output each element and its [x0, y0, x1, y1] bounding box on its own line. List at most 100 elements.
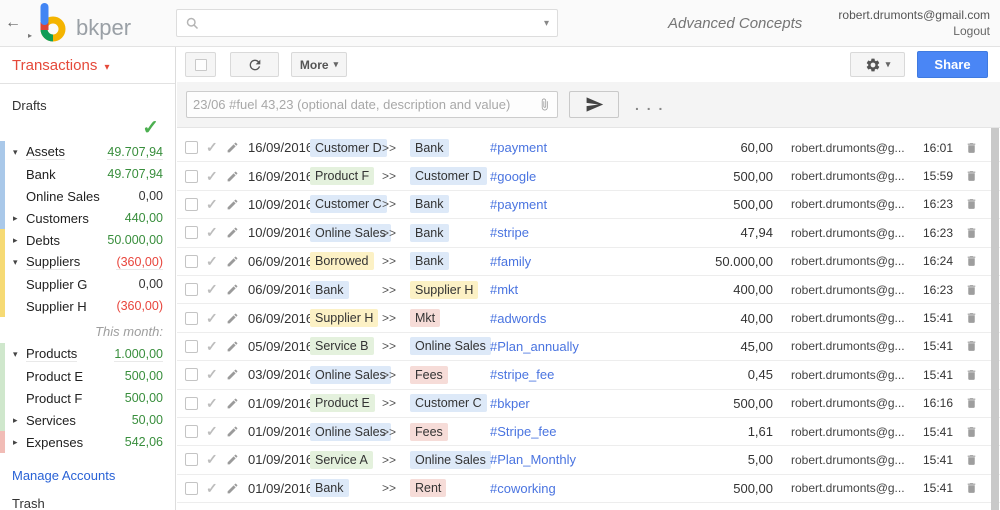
trash-icon[interactable]: [965, 481, 980, 495]
row-checkbox[interactable]: [185, 396, 198, 410]
trash-icon[interactable]: [965, 396, 980, 410]
to-account-chip[interactable]: Supplier H: [410, 280, 479, 299]
hashtag-link[interactable]: #stripe: [490, 225, 653, 240]
trash-icon[interactable]: [965, 453, 980, 467]
select-all-button[interactable]: [185, 52, 216, 77]
to-account-chip[interactable]: Fees: [410, 365, 448, 384]
transaction-row[interactable]: ✓ 10/09/2016 Customer C >> Bank #payment 500,0…: [177, 191, 1000, 220]
edit-icon[interactable]: [226, 340, 241, 353]
sidebar-account-online-sales[interactable]: Online Sales 0,00: [0, 185, 175, 207]
from-account-chip[interactable]: Product E: [310, 394, 375, 413]
to-account-chip[interactable]: Online Sales: [410, 337, 491, 356]
expand-arrow-icon[interactable]: ▸: [13, 213, 26, 224]
search-box[interactable]: ▾: [176, 9, 558, 37]
hashtag-link[interactable]: #bkper: [490, 396, 653, 411]
sidebar-account-customers[interactable]: ▸ Customers 440,00: [0, 207, 175, 229]
posted-filter-check-icon[interactable]: ✓: [0, 113, 175, 141]
manage-accounts-link[interactable]: Manage Accounts: [0, 463, 175, 488]
edit-icon[interactable]: [226, 312, 241, 325]
transaction-row[interactable]: ✓ 16/09/2016 Customer D >> Bank #payment 60,00…: [177, 134, 1000, 163]
trash-icon[interactable]: [965, 425, 980, 439]
edit-icon[interactable]: [226, 283, 241, 296]
sidebar-account-product-f[interactable]: Product F 500,00: [0, 387, 175, 409]
edit-icon[interactable]: [226, 425, 241, 438]
from-account-chip[interactable]: Service A: [310, 450, 373, 469]
back-button[interactable]: ←: [0, 14, 26, 32]
trash-icon[interactable]: [965, 339, 980, 353]
transaction-row[interactable]: ✓ 01/09/2016 Online Sales >> Fees #Stripe_fee…: [177, 418, 1000, 447]
entry-more-options-button[interactable]: . . .: [635, 97, 664, 113]
post-transaction-button[interactable]: [569, 91, 619, 118]
sidebar-account-expenses[interactable]: ▸ Expenses 542,06: [0, 431, 175, 453]
edit-icon[interactable]: [226, 170, 241, 183]
attach-file-icon[interactable]: [538, 97, 551, 112]
row-checkbox[interactable]: [185, 339, 198, 353]
to-account-chip[interactable]: Mkt: [410, 309, 441, 328]
transaction-row[interactable]: ✓ 06/09/2016 Borrowed >> Bank #family 50.000,0…: [177, 248, 1000, 276]
row-checkbox[interactable]: [185, 311, 198, 325]
expand-arrow-icon[interactable]: ▸: [13, 235, 26, 246]
hashtag-link[interactable]: #payment: [490, 140, 653, 155]
expand-arrow-icon[interactable]: ▸: [13, 415, 26, 426]
from-account-chip[interactable]: Bank: [310, 479, 349, 498]
vertical-scrollbar[interactable]: [991, 128, 999, 510]
search-options-caret-icon[interactable]: ▾: [538, 18, 549, 29]
sidebar-account-product-e[interactable]: Product E 500,00: [0, 365, 175, 387]
share-button[interactable]: Share: [917, 51, 988, 78]
more-button[interactable]: More ▾: [291, 52, 347, 77]
to-account-chip[interactable]: Bank: [410, 252, 449, 271]
from-account-chip[interactable]: Supplier H: [310, 309, 379, 328]
sidebar-account-supplier-h[interactable]: Supplier H (360,00): [0, 295, 175, 317]
expand-arrow-icon[interactable]: ▾: [13, 257, 26, 268]
transaction-row[interactable]: ✓ 05/09/2016 Service B >> Online Sales #Plan_…: [177, 333, 1000, 362]
sidebar-toggle-icon[interactable]: ▸: [28, 31, 32, 40]
hashtag-link[interactable]: #family: [490, 254, 653, 269]
row-checkbox[interactable]: [185, 141, 198, 155]
from-account-chip[interactable]: Service B: [310, 337, 374, 356]
row-checkbox[interactable]: [185, 368, 198, 382]
trash-icon[interactable]: [965, 311, 980, 325]
sidebar-account-assets[interactable]: ▾ Assets 49.707,94: [0, 141, 175, 163]
search-input[interactable]: [200, 15, 538, 31]
to-account-chip[interactable]: Bank: [410, 195, 449, 214]
trash-link[interactable]: Trash: [0, 488, 175, 510]
transaction-row[interactable]: ✓ 01/09/2016 Service A >> Online Sales #Plan_…: [177, 446, 1000, 475]
from-account-chip[interactable]: Online Sales: [310, 365, 391, 384]
from-account-chip[interactable]: Customer C: [310, 195, 387, 214]
row-checkbox[interactable]: [185, 226, 198, 240]
trash-icon[interactable]: [965, 368, 980, 382]
expand-arrow-icon[interactable]: ▸: [13, 437, 26, 448]
from-account-chip[interactable]: Online Sales: [310, 422, 391, 441]
hashtag-link[interactable]: #Plan_annually: [490, 339, 653, 354]
sidebar-account-bank[interactable]: Bank 49.707,94: [0, 163, 175, 185]
transaction-row[interactable]: ✓ 10/09/2016 Online Sales >> Bank #stripe 47,9…: [177, 219, 1000, 248]
transaction-row[interactable]: ✓ 01/09/2016 Bank >> Rent #coworking 500,00 rob…: [177, 475, 1000, 504]
transaction-input[interactable]: [193, 97, 538, 112]
row-checkbox[interactable]: [185, 197, 198, 211]
trash-icon[interactable]: [965, 169, 980, 183]
hashtag-link[interactable]: #Plan_Monthly: [490, 452, 653, 467]
edit-icon[interactable]: [226, 397, 241, 410]
edit-icon[interactable]: [226, 453, 241, 466]
transaction-row[interactable]: ✓ 01/09/2016 Product E >> Customer C #bkper 50…: [177, 390, 1000, 418]
trash-icon[interactable]: [965, 226, 980, 240]
to-account-chip[interactable]: Rent: [410, 479, 447, 498]
to-account-chip[interactable]: Online Sales: [410, 450, 491, 469]
to-account-chip[interactable]: Bank: [410, 138, 449, 157]
row-checkbox[interactable]: [185, 169, 198, 183]
hashtag-link[interactable]: #stripe_fee: [490, 367, 653, 382]
sidebar-account-supplier-g[interactable]: Supplier G 0,00: [0, 273, 175, 295]
transaction-row[interactable]: ✓ 06/09/2016 Bank >> Supplier H #mkt 400,00 rob…: [177, 276, 1000, 305]
from-account-chip[interactable]: Customer D: [310, 138, 387, 157]
trash-icon[interactable]: [965, 141, 980, 155]
hashtag-link[interactable]: #adwords: [490, 311, 653, 326]
sidebar-account-debts[interactable]: ▸ Debts 50.000,00: [0, 229, 175, 251]
sidebar-account-suppliers[interactable]: ▾ Suppliers (360,00): [0, 251, 175, 273]
to-account-chip[interactable]: Customer C: [410, 394, 487, 413]
from-account-chip[interactable]: Online Sales: [310, 223, 391, 242]
refresh-button[interactable]: [230, 52, 279, 77]
hashtag-link[interactable]: #mkt: [490, 282, 653, 297]
edit-icon[interactable]: [226, 255, 241, 268]
row-checkbox[interactable]: [185, 254, 198, 268]
logout-link[interactable]: Logout: [810, 23, 990, 39]
